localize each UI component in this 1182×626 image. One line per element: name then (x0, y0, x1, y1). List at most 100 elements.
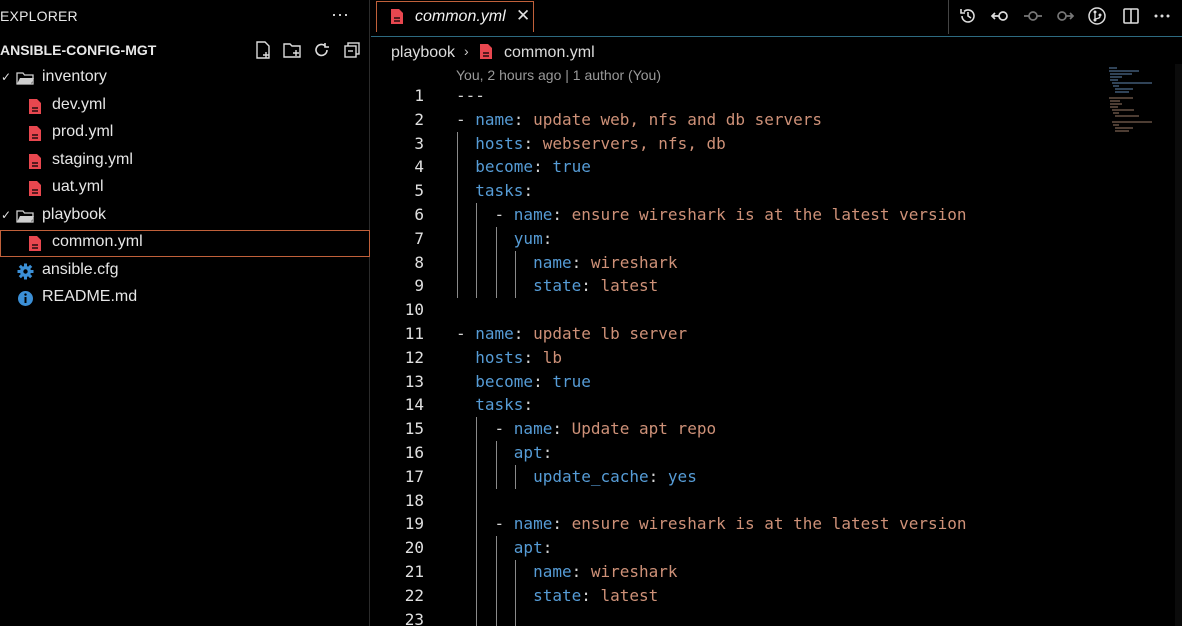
code-line: tasks: (456, 179, 533, 203)
code-token: wireshark (590, 252, 678, 272)
breadcrumb-file[interactable]: common.yml (504, 44, 595, 62)
file-staging-yml[interactable]: staging.yml (0, 148, 370, 175)
code-line: state: latest (456, 274, 658, 298)
more-icon[interactable] (1152, 6, 1172, 26)
code-token: : (552, 205, 572, 224)
line-number: 8 (414, 252, 424, 272)
chevron-down-icon: ✓ (1, 208, 12, 222)
breadcrumb-folder[interactable]: playbook (391, 44, 455, 62)
line-number: 10 (404, 300, 424, 320)
file-label: prod.yml (52, 123, 114, 140)
code-token: become (475, 371, 534, 391)
code-line: yum: (456, 227, 553, 251)
yaml-file-icon (391, 9, 403, 24)
code-line: become: true (456, 370, 591, 394)
git-blame-annotation[interactable]: You, 2 hours ago | 1 author (You) (456, 67, 661, 83)
file-readme-md[interactable]: README.md (0, 285, 370, 312)
yaml-file-icon (29, 99, 41, 114)
yaml-file-icon (29, 236, 41, 251)
workspace-root[interactable]: ANSIBLE-CONFIG-MGT (0, 42, 156, 58)
line-number: 21 (404, 562, 424, 581)
code-line: - name: ensure wireshark is at the lates… (456, 512, 967, 536)
code-token: - (456, 324, 476, 343)
code-token: ensure wireshark is at the latest versio… (571, 514, 967, 534)
code-token: yes (667, 466, 697, 486)
line-number: 14 (404, 395, 424, 415)
split-editor-icon[interactable] (1121, 6, 1141, 26)
line-number: 16 (404, 443, 424, 462)
refresh-icon[interactable] (312, 40, 332, 60)
code-line: hosts: webservers, nfs, db (456, 132, 726, 156)
code-token: true (552, 371, 591, 391)
code-token: update_cache (533, 466, 649, 486)
line-number: 7 (414, 228, 424, 248)
toolbar-divider (948, 0, 949, 34)
code-token: : (542, 228, 553, 248)
line-number: 23 (404, 609, 424, 626)
code-token: : (581, 276, 601, 296)
git-compare-icon[interactable] (1087, 6, 1107, 26)
tab-common-yml[interactable]: common.yml ✕ (376, 1, 534, 32)
code-token: lb (542, 347, 562, 367)
code-token: : (523, 181, 534, 201)
code-token: name (475, 324, 514, 343)
code-token: update web, nfs and db servers (533, 109, 823, 129)
go-forward-icon[interactable] (1055, 6, 1075, 26)
breadcrumb: playbook › common.yml (371, 36, 1182, 64)
indent-guide (496, 226, 497, 299)
code-token: true (552, 157, 591, 177)
code-token: name (533, 252, 572, 272)
folder-playbook[interactable]: ✓ playbook (0, 203, 370, 230)
vertical-scrollbar[interactable] (1175, 64, 1182, 626)
folder-open-icon (16, 210, 34, 223)
folder-open-icon (16, 72, 34, 85)
gear-icon (17, 263, 34, 280)
file-common-yml[interactable]: common.yml (0, 230, 370, 257)
line-number: 6 (414, 205, 424, 224)
code-token: --- (456, 86, 485, 105)
code-token: : (523, 347, 543, 367)
line-number: 15 (404, 419, 424, 439)
code-token: : (571, 252, 591, 272)
code-line: update_cache: yes (456, 465, 697, 489)
code-editor[interactable]: 1 --- 2 - name: update web, nfs and db serv… (371, 84, 1182, 626)
code-token: name (513, 205, 553, 224)
file-ansible-cfg[interactable]: ansible.cfg (0, 258, 370, 285)
file-label: common.yml (52, 233, 143, 250)
code-token: : (552, 419, 572, 439)
yaml-file-icon (29, 126, 41, 141)
code-token: ensure wireshark is at the latest versio… (571, 205, 967, 224)
go-back-icon[interactable] (990, 6, 1010, 26)
more-actions-icon[interactable]: ··· (331, 4, 349, 25)
code-token: wireshark (590, 562, 678, 581)
folder-label: playbook (42, 206, 107, 223)
code-token: name (513, 514, 553, 534)
file-label: uat.yml (52, 178, 104, 195)
new-folder-icon[interactable] (282, 40, 302, 60)
indent-guide (457, 131, 458, 299)
folder-inventory[interactable]: ✓ inventory (0, 65, 370, 92)
timeline-icon[interactable] (958, 6, 978, 26)
line-number: 2 (414, 109, 424, 129)
file-dev-yml[interactable]: dev.yml (0, 93, 370, 120)
code-token: - (456, 109, 476, 129)
code-token: : (581, 585, 601, 605)
file-prod-yml[interactable]: prod.yml (0, 120, 370, 147)
code-line: tasks: (456, 393, 533, 417)
collapse-all-icon[interactable] (342, 40, 362, 60)
file-label: staging.yml (52, 151, 133, 168)
code-token: : (571, 562, 591, 581)
commit-icon[interactable] (1023, 6, 1043, 26)
new-file-icon[interactable] (253, 40, 273, 60)
line-number: 9 (414, 276, 424, 296)
file-label: ansible.cfg (42, 261, 119, 278)
file-uat-yml[interactable]: uat.yml (0, 175, 370, 202)
close-icon[interactable]: ✕ (516, 6, 530, 26)
minimap[interactable] (1107, 66, 1162, 136)
code-token: webservers, nfs, db (542, 133, 726, 153)
line-number: 1 (414, 86, 424, 105)
code-token: : (648, 466, 668, 486)
